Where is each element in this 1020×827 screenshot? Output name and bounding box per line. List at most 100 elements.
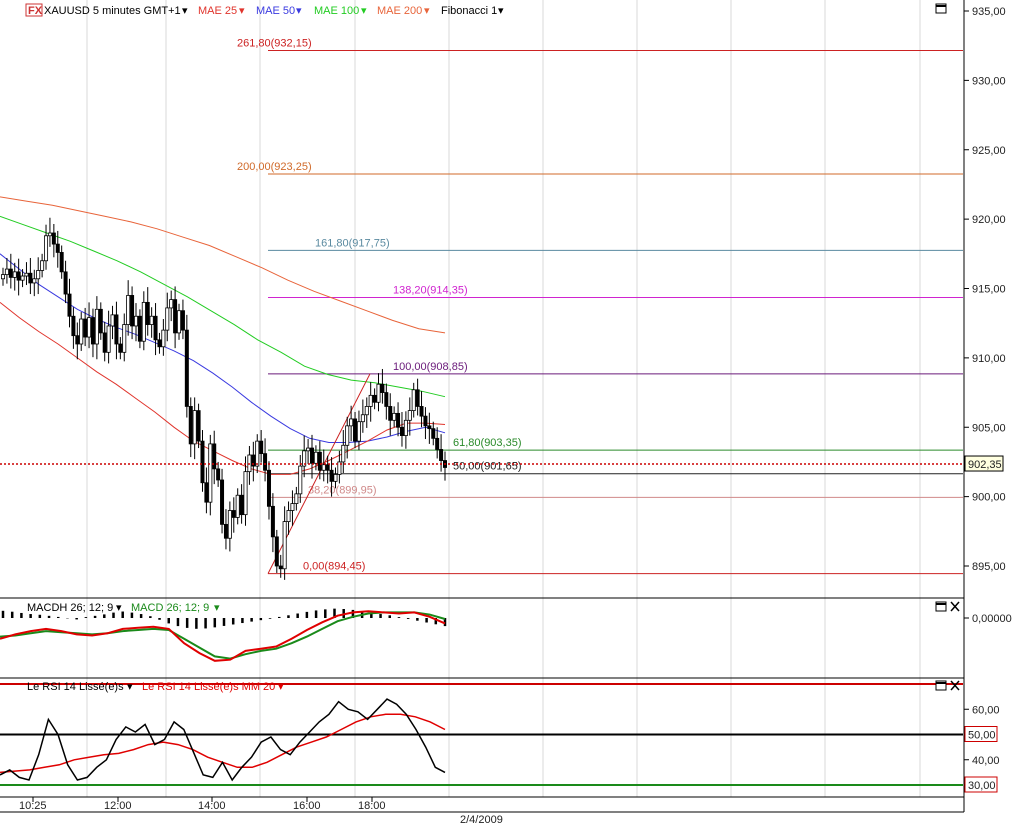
candle-body <box>173 299 178 334</box>
candle-body <box>423 415 428 427</box>
candle-body <box>235 494 240 518</box>
candle-body <box>360 414 365 423</box>
time-tick-label: 14:00 <box>198 800 226 812</box>
fibonacci-dropdown-icon[interactable]: ▾ <box>498 5 504 17</box>
candle-body <box>110 314 115 327</box>
time-tick-label: 16:00 <box>293 800 321 812</box>
candle-body <box>51 232 56 245</box>
mae100-label[interactable]: MAE 100 <box>314 5 359 17</box>
chart-canvas: 261,80(932,15) 200,00(923,25) 161,80(917,7… <box>0 0 1020 827</box>
symbol-label[interactable]: XAUUSD 5 minutes GMT+1 <box>44 5 181 17</box>
candle-body <box>306 447 311 452</box>
candle-body <box>8 268 13 278</box>
candle-body <box>153 315 158 341</box>
candle-body <box>200 440 205 484</box>
price-tick-label: 935,00 <box>972 6 1006 18</box>
candle-body <box>243 471 248 516</box>
mae200-dropdown-icon[interactable]: ▾ <box>424 5 430 17</box>
candle-body <box>44 235 49 262</box>
mae100-dropdown-icon[interactable]: ▾ <box>361 5 367 17</box>
candle-body <box>90 317 95 345</box>
candle-body <box>290 503 295 511</box>
fibonacci-level-label: 100,00(908,85) <box>393 361 468 373</box>
candle-body <box>356 421 361 442</box>
candle-body <box>325 464 330 471</box>
macd-dropdown-icon[interactable]: ▾ <box>214 602 220 614</box>
fibonacci-level-label: 0,00(894,45) <box>303 561 365 573</box>
macdh-label[interactable]: MACDH 26; 12; 9 <box>27 602 113 614</box>
candle-body <box>196 410 201 442</box>
time-tick-label: 12:00 <box>104 800 132 812</box>
candle-body <box>79 318 84 345</box>
macd-tick-label: 0,00000 <box>972 613 1012 625</box>
candle-body <box>298 465 303 495</box>
candle-body <box>435 437 440 450</box>
candle-body <box>0 274 6 280</box>
fibonacci-label[interactable]: Fibonacci 1 <box>441 5 497 17</box>
mae50-dropdown-icon[interactable]: ▾ <box>296 5 302 17</box>
time-tick-label: 10:25 <box>19 800 47 812</box>
candle-body <box>83 318 88 338</box>
candle-body <box>415 389 420 407</box>
candle-body <box>141 301 146 342</box>
rsi-ma-dropdown-icon[interactable]: ▾ <box>278 681 284 693</box>
candle-body <box>36 270 41 280</box>
mae25-dropdown-icon[interactable]: ▾ <box>239 5 245 17</box>
candle-body <box>376 383 381 403</box>
candle-body <box>180 310 185 331</box>
mae50-label[interactable]: MAE 50 <box>256 5 295 17</box>
candle-body <box>87 317 92 338</box>
mae200-label[interactable]: MAE 200 <box>377 5 422 17</box>
candle-body <box>133 315 138 327</box>
candle-body <box>204 482 209 503</box>
candle-body <box>216 468 221 481</box>
candle-body <box>231 510 236 518</box>
candle-body <box>368 394 373 407</box>
candle-body <box>278 565 283 570</box>
price-tick-label: 895,00 <box>972 561 1006 573</box>
rsi-dropdown-icon[interactable]: ▾ <box>127 681 133 693</box>
candle-body <box>67 293 72 317</box>
candle-body <box>55 243 60 253</box>
candle-body <box>329 469 334 482</box>
macdh-dropdown-icon[interactable]: ▾ <box>116 602 122 614</box>
price-tick-label: 900,00 <box>972 492 1006 504</box>
candle-body <box>122 324 127 353</box>
fibonacci-level-label: 50,00(901,65) <box>453 461 522 473</box>
candle-body <box>333 474 338 482</box>
rsi-lower-band-label: 30,00 <box>968 780 996 792</box>
candle-body <box>59 252 64 273</box>
candle-body <box>149 315 154 325</box>
candle-body <box>439 449 444 461</box>
macd-label[interactable]: MACD 26; 12; 9 <box>131 602 209 614</box>
candle-body <box>310 447 315 464</box>
candle-body <box>28 272 33 284</box>
candle-body <box>392 412 397 421</box>
candle-body <box>411 389 416 412</box>
price-tick-label: 905,00 <box>972 422 1006 434</box>
date-label: 2/4/2009 <box>460 814 503 826</box>
candle-body <box>94 308 99 345</box>
candle-body <box>380 383 385 393</box>
candle-body <box>431 428 436 439</box>
candle-body <box>98 308 103 334</box>
candle-body <box>161 329 166 348</box>
candle-body <box>47 232 52 237</box>
candle-body <box>353 418 358 442</box>
rsi-label[interactable]: Le RSI 14 Lissé(e)s <box>27 681 124 693</box>
candle-body <box>419 406 424 417</box>
mae25-label[interactable]: MAE 25 <box>198 5 237 17</box>
candle-body <box>407 410 412 421</box>
rsi-mid-band-label: 50,00 <box>968 730 996 742</box>
candle-body <box>177 310 182 334</box>
fx-badge-text: FX <box>28 5 43 17</box>
candle-body <box>294 493 299 504</box>
rsi-ma-label[interactable]: Le RSI 14 Lissé(e)s MM 20 <box>142 681 275 693</box>
candle-body <box>192 410 197 445</box>
candle-body <box>255 440 260 467</box>
candle-body <box>71 315 76 337</box>
symbol-dropdown-icon[interactable]: ▾ <box>182 5 188 17</box>
price-tick-label: 910,00 <box>972 353 1006 365</box>
candle-body <box>313 451 318 464</box>
candle-body <box>169 299 174 309</box>
